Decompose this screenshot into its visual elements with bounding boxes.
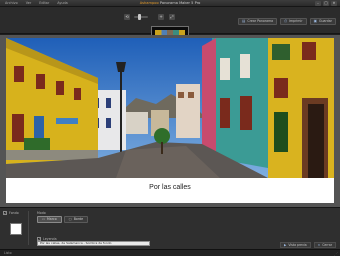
resize-grip-icon[interactable]: ⋰ [334,251,338,256]
close-icon: ✕ [317,243,321,247]
rotate-left-icon[interactable]: ⟲ [124,14,130,20]
preview-button[interactable]: ▶ Vista previa [280,242,311,248]
printer-icon: ⎙ [284,19,288,23]
zoom-slider-thumb[interactable] [138,14,141,20]
status-text: Listo [4,251,12,255]
save-icon: ▣ [313,19,317,23]
play-icon: ▶ [284,243,287,247]
background-label: Fondo [9,211,19,215]
minimize-button[interactable]: – [315,1,321,6]
background-settings: ✓ Fondo [3,211,29,245]
settings-panel: ✓ Fondo Modo ▭ Marco ▢ Borde ✓ Leyenda P… [0,207,340,249]
panorama-photo[interactable] [6,38,334,178]
title-bar: Archivo Ver Editar Ayuda Ashampoo Panora… [0,0,340,7]
background-option: ✓ Fondo [3,211,28,215]
toolbar: ⟲ + ⤢ ▤ Crear Panorama ⎙ Imprimir ▣ Guar… [0,7,340,41]
frame-mode-button[interactable]: ▭ Marco [37,216,62,223]
canvas-area: Por las calles [0,35,340,207]
print-button[interactable]: ⎙ Imprimir [280,18,307,25]
border-mode-label: Borde [73,217,84,221]
create-panorama-button[interactable]: ▤ Crear Panorama [238,18,278,25]
close-window-button[interactable]: ✕ [331,1,337,6]
window-controls: – □ ✕ [315,1,337,6]
background-checkbox[interactable]: ✓ [3,211,7,215]
caption-input[interactable]: Por las calles, de Salamanca - Sombra de… [37,241,150,246]
toolbar-actions: ▤ Crear Panorama ⎙ Imprimir ▣ Guardar [238,18,336,25]
frame-icon: ▭ [42,217,46,221]
preview-label: Vista previa [288,243,307,247]
close-panel-button[interactable]: ✕ Cerrar [313,242,336,248]
zoom-slider[interactable] [134,14,148,20]
save-button[interactable]: ▣ Guardar [309,18,336,25]
panorama-caption[interactable]: Por las calles [6,182,334,194]
street-photo [6,38,334,178]
status-bar: Listo ⋰ [0,249,340,256]
zoom-in-icon[interactable]: + [158,14,164,20]
frame-mode-label: Marco [47,217,57,221]
print-label: Imprimir [289,19,303,23]
background-color-swatch[interactable] [10,223,22,235]
save-label: Guardar [319,19,332,23]
create-panorama-label: Crear Panorama [247,19,274,23]
panel-actions: ▶ Vista previa ✕ Cerrar [280,242,336,248]
mode-label: Modo [37,211,46,215]
window-title: Ashampoo Panorama Maker 5 Pro [0,1,340,6]
border-icon: ▢ [68,217,72,221]
view-tools: ⟲ + ⤢ [124,14,175,20]
mode-button-group: ▭ Marco ▢ Borde [37,216,157,223]
panorama-icon: ▤ [242,19,246,23]
fit-icon[interactable]: ⤢ [169,14,175,20]
brand-name: Ashampoo [139,1,159,5]
app-name: Panorama Maker 5 Pro [159,1,201,5]
close-panel-label: Cerrar [322,243,332,247]
maximize-button[interactable]: □ [323,1,329,6]
border-mode-button[interactable]: ▢ Borde [63,216,89,223]
panorama-page: Por las calles [6,38,334,203]
frame-settings: Modo ▭ Marco ▢ Borde ✓ Leyenda Por las c… [37,210,157,246]
